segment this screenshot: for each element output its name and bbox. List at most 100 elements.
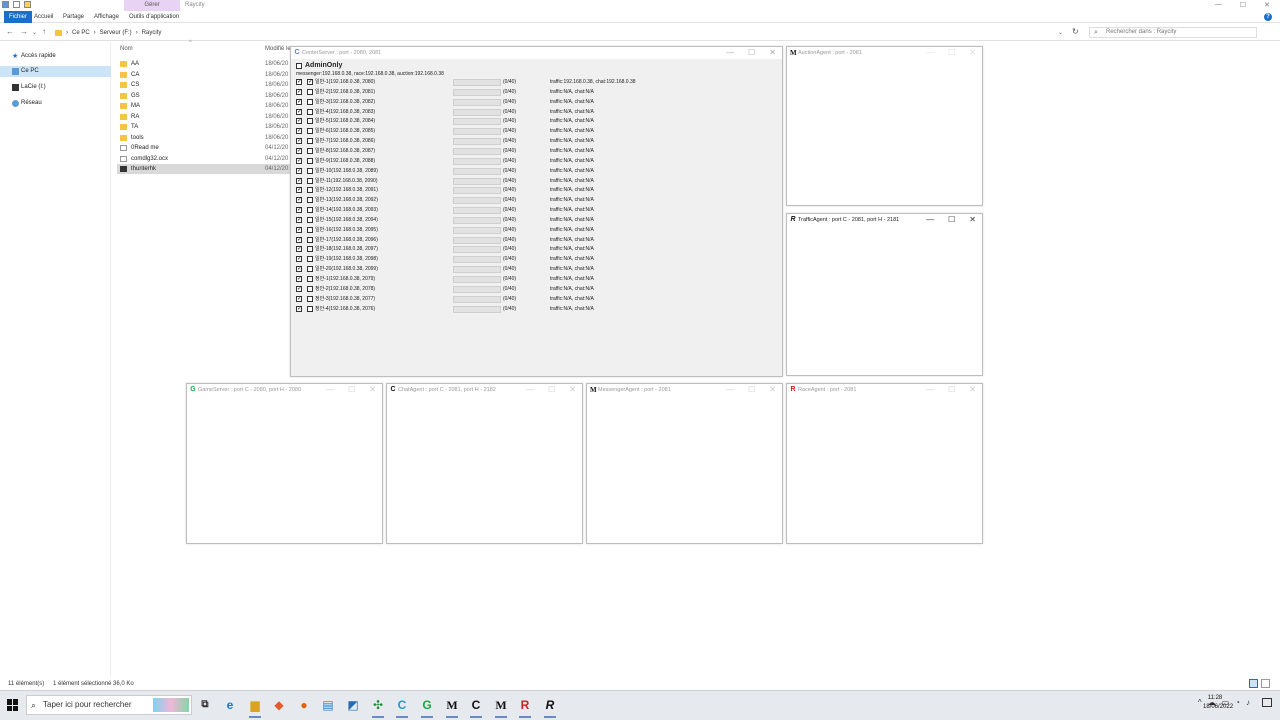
up-icon[interactable]: ↑: [42, 27, 46, 36]
chat-taskbar-icon[interactable]: C: [467, 696, 485, 718]
maximize-icon[interactable]: ☐: [948, 214, 955, 226]
close-icon[interactable]: ✕: [969, 214, 976, 226]
traffic-taskbar-icon[interactable]: R: [541, 696, 559, 718]
race-taskbar-icon[interactable]: R: [516, 696, 534, 718]
checkbox[interactable]: [296, 62, 302, 69]
game-server-taskbar-icon[interactable]: G: [418, 696, 436, 718]
new-folder-icon[interactable]: [24, 1, 31, 8]
server-option-checkbox[interactable]: [307, 177, 313, 184]
nav-this-pc[interactable]: Ce PC: [0, 66, 111, 77]
minimize-icon[interactable]: —: [526, 384, 534, 396]
file-row[interactable]: CA 18/06/20: [117, 70, 291, 80]
maximize-icon[interactable]: ☐: [748, 47, 755, 59]
search-input[interactable]: ⌕ Rechercher dans : Raycity: [1089, 27, 1257, 38]
server-enabled-checkbox[interactable]: [296, 226, 302, 235]
server-option-checkbox[interactable]: [307, 216, 313, 223]
file-row[interactable]: tools 18/06/20: [117, 133, 291, 143]
file-row[interactable]: TA 18/06/20: [117, 122, 291, 132]
file-row[interactable]: RA 18/06/20: [117, 112, 291, 122]
chevron-down-icon[interactable]: ⌄: [32, 29, 37, 36]
server-option-checkbox[interactable]: [307, 147, 313, 154]
maximize-icon[interactable]: ☐: [948, 384, 955, 396]
server-option-checkbox[interactable]: [307, 138, 313, 145]
server-enabled-checkbox[interactable]: [296, 127, 302, 136]
app-orange-icon[interactable]: ◆: [270, 696, 288, 714]
server-option-checkbox[interactable]: [307, 276, 313, 282]
tab-home[interactable]: Accueil: [29, 11, 58, 23]
refresh-icon[interactable]: ↻: [1072, 27, 1079, 36]
server-enabled-checkbox[interactable]: [296, 285, 302, 294]
server-option-checkbox[interactable]: [307, 187, 313, 194]
server-option-checkbox[interactable]: [307, 305, 313, 312]
file-row[interactable]: CS 18/06/20: [117, 80, 291, 90]
file-explorer-icon[interactable]: ▆: [246, 696, 264, 718]
details-view-icon[interactable]: [1249, 679, 1258, 688]
maximize-icon[interactable]: ☐: [548, 384, 555, 396]
tab-app-tools[interactable]: Outils d'application: [124, 11, 184, 23]
app-terminal-icon[interactable]: ◩: [344, 696, 362, 714]
minimize-icon[interactable]: —: [1215, 1, 1222, 9]
edge-icon[interactable]: e: [221, 696, 239, 714]
nav-network[interactable]: Réseau: [0, 98, 111, 109]
forward-icon[interactable]: →: [20, 27, 28, 36]
file-row[interactable]: MA 18/06/20: [117, 101, 291, 111]
server-option-checkbox[interactable]: [307, 285, 313, 292]
nav-lacie[interactable]: LaCie (I:): [0, 82, 111, 93]
maximize-icon[interactable]: ☐: [948, 47, 955, 59]
server-enabled-checkbox[interactable]: [296, 236, 302, 245]
server-option-checkbox[interactable]: [307, 295, 313, 302]
tab-manage[interactable]: Gérer: [124, 0, 180, 11]
network-icon[interactable]: ◔: [1235, 698, 1240, 707]
server-enabled-checkbox[interactable]: [296, 275, 302, 284]
server-enabled-checkbox[interactable]: [296, 196, 302, 205]
large-icons-view-icon[interactable]: [1261, 679, 1270, 688]
taskbar-clock[interactable]: 11:28 18/06/2022: [1203, 694, 1233, 712]
admin-only-checkbox[interactable]: AdminOnly: [296, 62, 342, 69]
chevron-down-icon[interactable]: ⌄: [1058, 29, 1063, 36]
properties-icon[interactable]: [13, 1, 20, 8]
server-option-checkbox[interactable]: [307, 246, 313, 253]
close-icon[interactable]: ✕: [569, 384, 576, 396]
close-icon[interactable]: ✕: [369, 384, 376, 396]
server-option-checkbox[interactable]: [307, 207, 313, 214]
server-option-checkbox[interactable]: [307, 128, 313, 135]
server-enabled-checkbox[interactable]: [296, 216, 302, 225]
server-enabled-checkbox[interactable]: [296, 245, 302, 254]
windows-start-icon[interactable]: [7, 699, 19, 711]
server-enabled-checkbox[interactable]: [296, 177, 302, 186]
minimize-icon[interactable]: —: [926, 214, 934, 226]
server-enabled-checkbox[interactable]: [296, 265, 302, 274]
minimize-icon[interactable]: —: [326, 384, 334, 396]
server-enabled-checkbox[interactable]: [296, 206, 302, 215]
close-icon[interactable]: ✕: [969, 384, 976, 396]
maximize-icon[interactable]: ☐: [348, 384, 355, 396]
server-option-checkbox[interactable]: [307, 118, 313, 125]
file-row[interactable]: 0Read me 04/12/20: [117, 143, 291, 153]
server-option-checkbox[interactable]: [307, 256, 313, 263]
app-green-icon[interactable]: ✣: [369, 696, 387, 718]
server-enabled-checkbox[interactable]: [296, 137, 302, 146]
tab-share[interactable]: Partage: [58, 11, 89, 23]
server-enabled-checkbox[interactable]: [296, 186, 302, 195]
server-option-checkbox[interactable]: [307, 226, 313, 233]
maximize-icon[interactable]: ☐: [748, 384, 755, 396]
close-icon[interactable]: ✕: [969, 47, 976, 59]
minimize-icon[interactable]: —: [726, 47, 734, 59]
server-option-checkbox[interactable]: [307, 197, 313, 204]
breadcrumb-server[interactable]: Serveur (F:): [100, 30, 132, 36]
help-icon[interactable]: ?: [1264, 13, 1272, 21]
volume-icon[interactable]: ♪: [1246, 698, 1250, 707]
minimize-icon[interactable]: —: [926, 47, 934, 59]
server-option-checkbox[interactable]: [307, 78, 313, 87]
back-icon[interactable]: ←: [6, 27, 14, 36]
breadcrumb-this-pc[interactable]: Ce PC: [72, 30, 90, 36]
close-icon[interactable]: ✕: [769, 384, 776, 396]
server-option-checkbox[interactable]: [307, 88, 313, 95]
app-blue-icon[interactable]: ▤: [319, 696, 337, 714]
tab-view[interactable]: Affichage: [89, 11, 124, 23]
nav-quick-access[interactable]: ★ Accès rapide: [0, 51, 111, 62]
server-option-checkbox[interactable]: [307, 167, 313, 174]
task-view-icon[interactable]: ⧉: [196, 696, 214, 714]
tab-file[interactable]: Fichier: [4, 11, 33, 23]
server-enabled-checkbox[interactable]: [296, 98, 302, 107]
